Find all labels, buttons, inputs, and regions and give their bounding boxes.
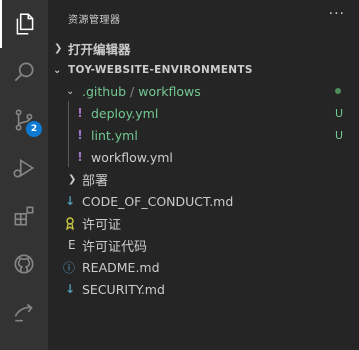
file-label: README.md <box>82 259 160 275</box>
remote-explorer-button[interactable] <box>0 288 48 336</box>
file-label: lint.yml <box>91 127 138 143</box>
explorer-sidebar: 资源管理器 ··· ❯ 打开编辑器 ⌄ TOY-WEBSITE-ENVIRONM… <box>48 0 359 350</box>
chevron-right-icon: ❯ <box>54 42 63 54</box>
file-type-letter: E <box>68 238 76 252</box>
info-icon: ⓘ <box>63 260 76 275</box>
file-label: workflow.yml <box>91 149 173 165</box>
explorer-title: 资源管理器 <box>68 15 121 26</box>
file-label: deploy.yml <box>91 105 159 121</box>
untracked-status: U <box>334 128 343 142</box>
search-button[interactable] <box>0 48 48 96</box>
run-debug-icon <box>13 158 35 178</box>
tree-item-readme[interactable]: ⓘ README.md <box>48 256 359 278</box>
file-label: SECURITY.md <box>82 281 165 297</box>
extensions-button[interactable] <box>0 192 48 240</box>
folder-label: 部署 <box>82 173 109 189</box>
files-icon <box>16 13 34 35</box>
folder-github-label: .github / workflows <box>82 83 201 99</box>
tree-item-security[interactable]: ↓ SECURITY.md <box>48 278 359 300</box>
github-button[interactable] <box>0 240 48 288</box>
file-label: 许可证代码 <box>82 239 148 255</box>
chevron-right-icon: ❯ <box>68 173 77 185</box>
run-debug-button[interactable] <box>0 144 48 192</box>
untracked-status: U <box>334 106 343 120</box>
tree-item-github-workflows[interactable]: ⌄ .github / workflows <box>48 80 359 102</box>
tree-item-deploy-folder[interactable]: ❯ 部署 <box>48 168 359 190</box>
scm-count-badge: 2 <box>26 121 42 137</box>
tree-item-license[interactable]: 许可证 <box>48 212 359 234</box>
workspace-section[interactable]: ⌄ TOY-WEBSITE-ENVIRONMENTS <box>48 59 359 81</box>
modified-dot <box>335 88 341 94</box>
activity-bar: 2 <box>0 0 48 350</box>
chevron-down-icon: ⌄ <box>66 85 75 97</box>
file-label: 许可证 <box>82 217 122 233</box>
chevron-down-icon: ⌄ <box>53 64 62 76</box>
markdown-file-icon: ↓ <box>64 282 76 296</box>
source-control-button[interactable]: 2 <box>0 96 48 144</box>
more-actions-button[interactable]: ··· <box>329 6 345 22</box>
yaml-file-icon: ! <box>77 128 83 142</box>
markdown-file-icon: ↓ <box>64 194 76 208</box>
yaml-file-icon: ! <box>77 150 83 164</box>
license-file-icon <box>66 217 74 230</box>
tree-item-workflow-yml[interactable]: ! workflow.yml <box>48 146 359 168</box>
explorer-button[interactable] <box>0 0 48 48</box>
open-editors-label: 打开编辑器 <box>68 41 131 57</box>
tree-item-license-code[interactable]: E 许可证代码 <box>48 234 359 256</box>
tree-item-code-of-conduct[interactable]: ↓ CODE_OF_CONDUCT.md <box>48 190 359 212</box>
search-icon <box>14 62 34 82</box>
extensions-icon <box>14 206 34 226</box>
yaml-file-icon: ! <box>77 106 83 120</box>
workspace-label: TOY-WEBSITE-ENVIRONMENTS <box>68 64 253 76</box>
github-icon <box>14 254 34 274</box>
tree-item-lint-yml[interactable]: ! lint.yml U <box>48 124 359 146</box>
open-editors-section[interactable]: ❯ 打开编辑器 <box>48 37 359 59</box>
tree-item-deploy-yml[interactable]: ! deploy.yml U <box>48 102 359 124</box>
remote-explorer-icon <box>14 303 33 322</box>
explorer-header: 资源管理器 ··· <box>48 0 359 35</box>
file-label: CODE_OF_CONDUCT.md <box>82 193 234 209</box>
